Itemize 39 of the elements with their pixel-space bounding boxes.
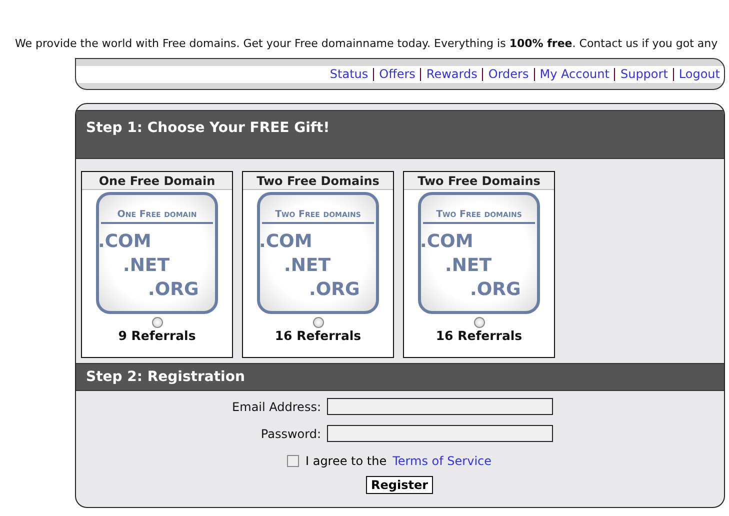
referrals-label: 16 Referrals bbox=[274, 328, 362, 343]
domain-extension: .ORG bbox=[470, 279, 521, 300]
radio-button[interactable] bbox=[312, 317, 324, 328]
gift-title: Two Free Domains bbox=[404, 172, 554, 190]
email-field[interactable] bbox=[327, 398, 553, 415]
referrals-label: 9 Referrals bbox=[117, 328, 197, 343]
intro-text: We provide the world with Free domains. Get your Free domainname today. Everything is 100% free. Contact us if you got any bbox=[15, 37, 718, 50]
register-button[interactable]: Register bbox=[366, 476, 434, 494]
domain-extension: .COM bbox=[259, 231, 312, 252]
nav-link[interactable]: Support bbox=[620, 67, 668, 81]
domain-extension: .NET bbox=[284, 255, 330, 276]
field-label: Email Address: bbox=[231, 400, 321, 414]
nav-link[interactable]: Status bbox=[330, 67, 368, 81]
radio-button[interactable] bbox=[474, 317, 484, 328]
domain-extension: .COM bbox=[98, 231, 152, 252]
gift-title: One Free Domain bbox=[82, 172, 232, 190]
image-title: Two Free domains bbox=[423, 209, 535, 224]
radio-button[interactable] bbox=[152, 317, 162, 328]
section-header: Step 2: Registration bbox=[76, 363, 724, 391]
domain-extension: .ORG bbox=[148, 279, 199, 300]
image-title: One Free domain bbox=[101, 209, 213, 224]
checkbox[interactable] bbox=[287, 455, 300, 467]
domain-extension: .NET bbox=[123, 255, 170, 276]
nav-link[interactable]: Orders bbox=[488, 67, 529, 81]
referrals-label: 16 Referrals bbox=[434, 328, 524, 343]
nav-link[interactable]: Logout bbox=[678, 67, 720, 81]
domain-extension: .COM bbox=[420, 231, 474, 252]
nav-link[interactable]: Rewards bbox=[426, 67, 478, 81]
domain-extension: .ORG bbox=[309, 279, 360, 300]
nav-link[interactable]: My Account bbox=[540, 67, 610, 81]
domain-extension: .NET bbox=[445, 255, 492, 276]
section-header: Step 1: Choose Your FREE Gift! bbox=[76, 110, 724, 159]
field-label: Password: bbox=[260, 426, 321, 440]
agree-label: I agree to the bbox=[305, 454, 387, 468]
gift-title: Two Free Domains bbox=[243, 172, 393, 190]
image-title: Two Free domains bbox=[262, 209, 374, 224]
password-field[interactable] bbox=[327, 425, 553, 442]
terms-link[interactable]: Terms of Service bbox=[392, 454, 492, 468]
nav-link[interactable]: Offers bbox=[379, 67, 416, 81]
